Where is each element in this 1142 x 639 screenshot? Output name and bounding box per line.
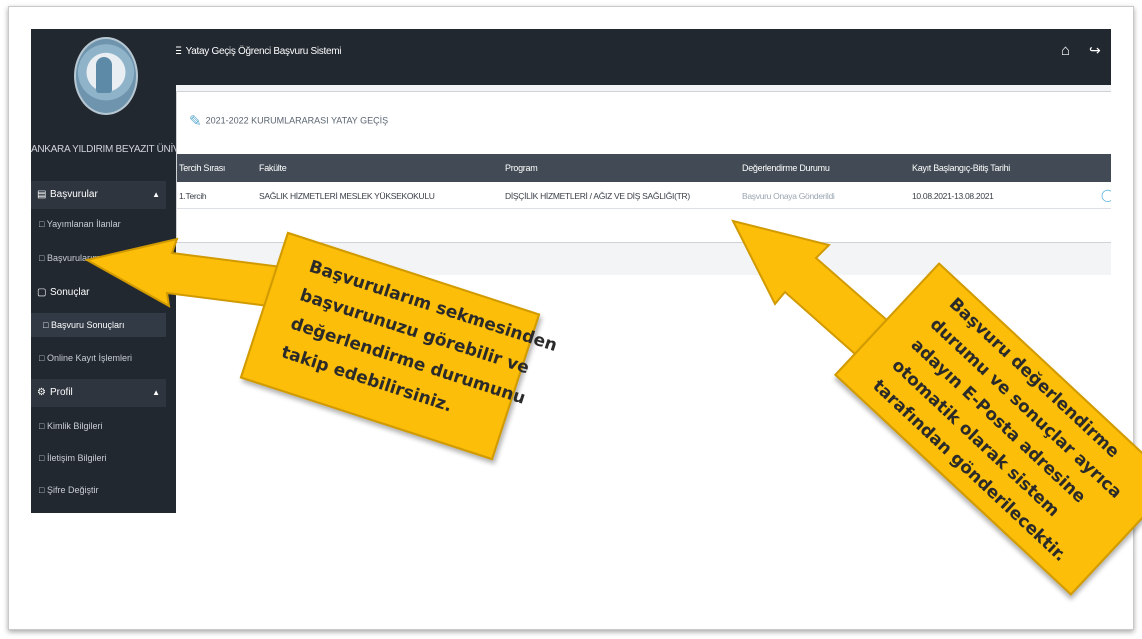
slide-frame: ☰ Yatay Geçiş Öğrenci Başvuru Sistemi ⌂ ↪… [8,6,1142,630]
